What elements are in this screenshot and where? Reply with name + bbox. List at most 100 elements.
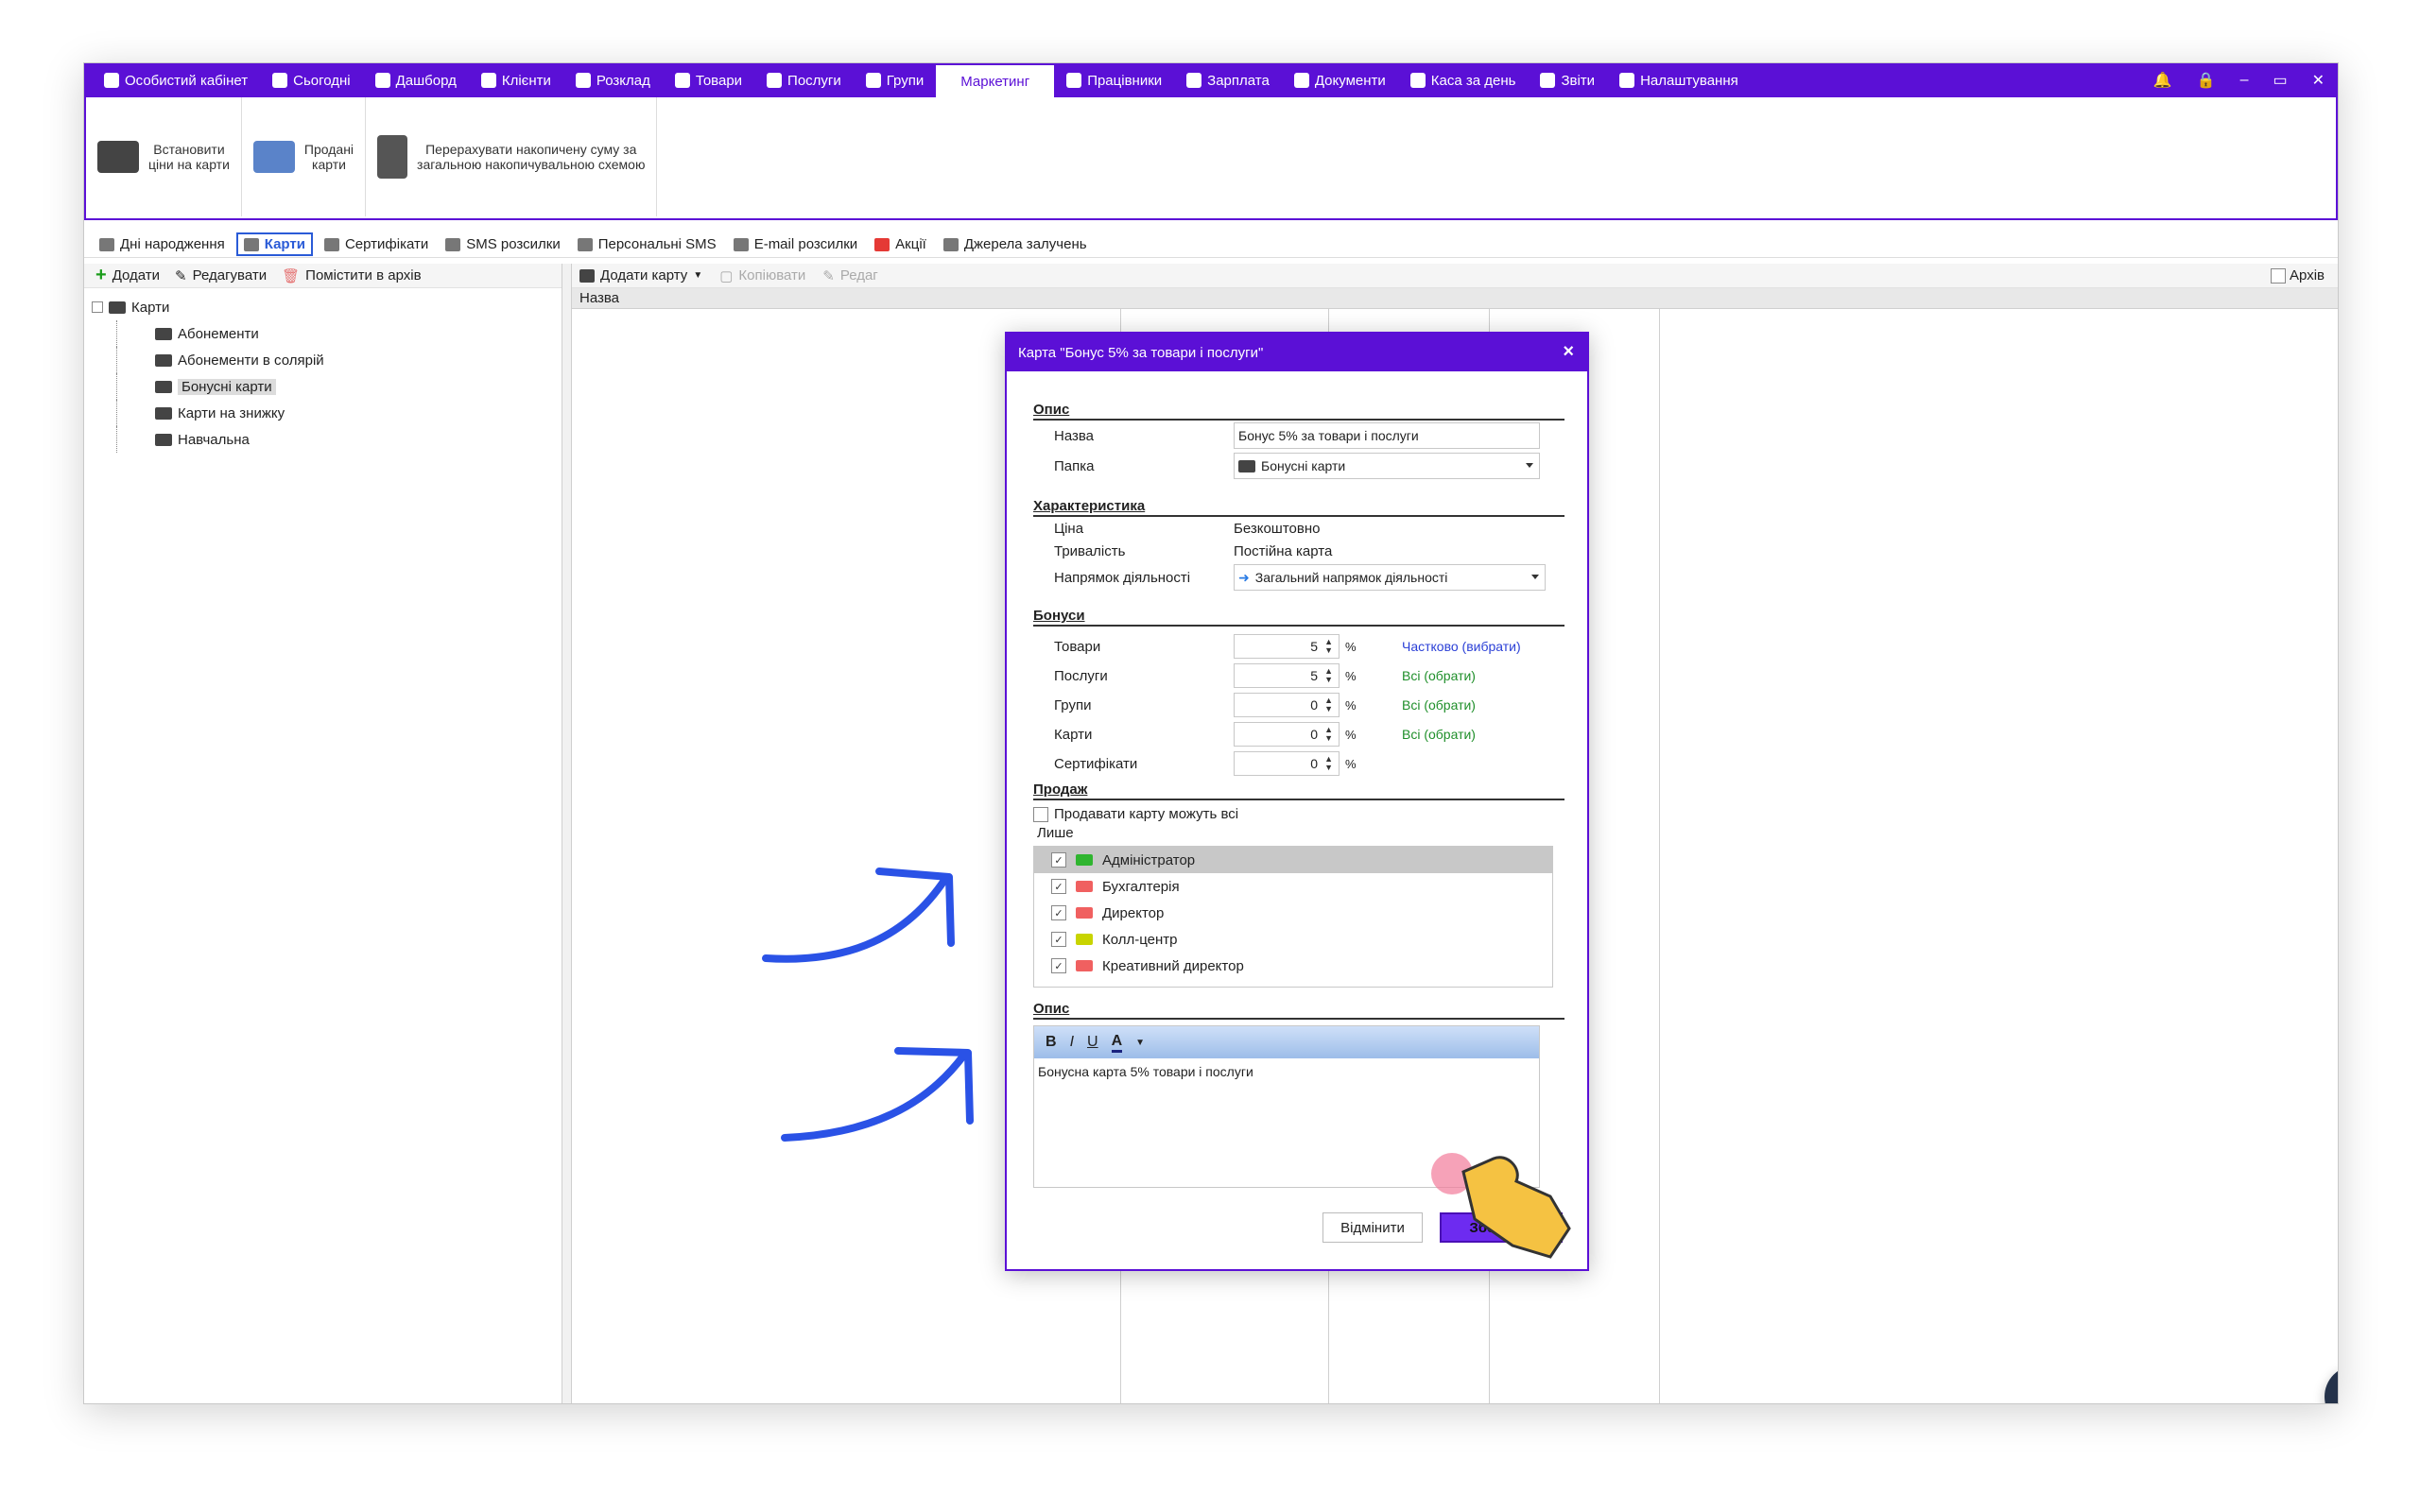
role-checkbox[interactable]: ✓ bbox=[1051, 852, 1066, 868]
topnav-item[interactable]: Дашборд bbox=[363, 63, 469, 97]
bonus-scope-link[interactable]: Частково (вибрати) bbox=[1402, 639, 1521, 654]
tree-folder-label: Бонусні карти bbox=[178, 378, 276, 395]
topnav-item[interactable]: Працівники bbox=[1054, 63, 1174, 97]
bonus-scope-link[interactable]: Всі (обрати) bbox=[1402, 697, 1476, 713]
price-label: Ціна bbox=[1054, 521, 1084, 537]
subtab[interactable]: Карти bbox=[235, 232, 313, 256]
role-folder-icon bbox=[1076, 907, 1093, 919]
role-item[interactable]: ✓ Директор bbox=[1034, 900, 1552, 926]
stepper-arrows-icon[interactable]: ▲ ▼ bbox=[1324, 667, 1333, 684]
card-edit-dialog: Карта "Бонус 5% за товари і послуги" × О… bbox=[1005, 332, 1589, 1271]
name-input[interactable]: Бонус 5% за товари і послуги bbox=[1234, 422, 1540, 449]
topnav-item[interactable]: Особистий кабінет bbox=[92, 63, 260, 97]
tree-folder[interactable]: Карти на знижку bbox=[116, 400, 562, 426]
stepper-arrows-icon[interactable]: ▲ ▼ bbox=[1324, 726, 1333, 743]
bonus-percent-stepper[interactable]: 5 ▲ ▼ bbox=[1234, 634, 1340, 659]
edit-folder-button[interactable]: ✎ Редагувати bbox=[175, 267, 267, 284]
tree-folder[interactable]: Навчальна bbox=[116, 426, 562, 453]
folder-label: Папка bbox=[1054, 457, 1095, 474]
tree-folder[interactable]: Абонементи в солярій bbox=[116, 347, 562, 373]
direction-select[interactable]: ➜ Загальний напрямок діяльності bbox=[1234, 564, 1546, 591]
bonus-percent-stepper[interactable]: 0 ▲ ▼ bbox=[1234, 722, 1340, 747]
bonus-row: Карти 0 ▲ ▼% Всі (обрати) bbox=[1054, 722, 1476, 747]
collapse-toggle-icon[interactable] bbox=[92, 301, 103, 313]
topnav-item[interactable]: Каса за день bbox=[1398, 63, 1529, 97]
recalculate-button[interactable]: Перерахувати накопичену суму за загально… bbox=[366, 97, 658, 216]
role-checkbox[interactable]: ✓ bbox=[1051, 958, 1066, 973]
bonus-label: Сертифікати bbox=[1054, 755, 1138, 772]
text-color-icon[interactable]: A bbox=[1111, 1033, 1123, 1053]
role-item[interactable]: ✓ Адміністратор bbox=[1034, 847, 1552, 873]
italic-icon[interactable]: I bbox=[1070, 1034, 1074, 1051]
percent-unit: % bbox=[1345, 727, 1357, 742]
add-card-button[interactable]: Додати карту ▼ bbox=[579, 267, 702, 284]
editor-text[interactable]: Бонусна карта 5% товари і послуги bbox=[1034, 1058, 1539, 1085]
save-button[interactable]: Зберегти bbox=[1440, 1212, 1563, 1243]
lock-icon[interactable]: 🔒 bbox=[2197, 71, 2216, 90]
topnav-item[interactable]: Звіти bbox=[1528, 63, 1607, 97]
column-name-header[interactable]: Назва bbox=[579, 290, 619, 306]
chevron-down-icon[interactable]: ▼ bbox=[1135, 1038, 1145, 1048]
edit-card-button[interactable]: ✎ Редаг bbox=[822, 267, 878, 284]
bell-icon[interactable]: 🔔 bbox=[2153, 71, 2172, 90]
bonus-percent-stepper[interactable]: 0 ▲ ▼ bbox=[1234, 751, 1340, 776]
archive-checkbox[interactable] bbox=[2271, 267, 2287, 284]
role-item[interactable]: ✓ Креативний директор bbox=[1034, 953, 1552, 979]
topnav-item[interactable]: Групи bbox=[854, 63, 936, 97]
minimize-icon[interactable]: – bbox=[2240, 72, 2249, 89]
subtab[interactable]: Акції bbox=[869, 234, 932, 254]
subtab[interactable]: E-mail розсилки bbox=[728, 234, 863, 254]
folder-select[interactable]: Бонусні карти bbox=[1234, 453, 1540, 479]
heart-icon bbox=[874, 237, 890, 251]
role-checkbox[interactable]: ✓ bbox=[1051, 905, 1066, 920]
sell-all-checkbox[interactable] bbox=[1033, 806, 1048, 822]
topnav-item[interactable]: Сьогодні bbox=[260, 63, 363, 97]
role-item[interactable]: ✓ Бухгалтерія bbox=[1034, 873, 1552, 900]
topnav-item[interactable]: Клієнти bbox=[469, 63, 563, 97]
role-checkbox[interactable]: ✓ bbox=[1051, 932, 1066, 947]
topnav-item-label: Послуги bbox=[787, 72, 841, 89]
bonus-scope-link[interactable]: Всі (обрати) bbox=[1402, 727, 1476, 742]
set-card-prices-button[interactable]: Встановити ціни на карти bbox=[86, 97, 242, 216]
role-item[interactable]: ✓ Колл-центр bbox=[1034, 926, 1552, 953]
topnav-item[interactable]: Послуги bbox=[754, 63, 854, 97]
stepper-arrows-icon[interactable]: ▲ ▼ bbox=[1324, 755, 1333, 772]
archive-folder-button[interactable]: 🗑 Помістити в архів bbox=[282, 267, 421, 284]
tree-folder[interactable]: Абонементи bbox=[116, 320, 562, 347]
tree-root[interactable]: Карти bbox=[92, 294, 562, 320]
stepper-arrows-icon[interactable]: ▲ ▼ bbox=[1324, 638, 1333, 655]
topnav-item[interactable]: Розклад bbox=[563, 63, 663, 97]
add-folder-button[interactable]: + Додати bbox=[95, 265, 160, 286]
folder-icon bbox=[155, 380, 172, 393]
role-name: Адміністратор bbox=[1102, 851, 1196, 868]
subtab[interactable]: Сертифікати bbox=[319, 234, 434, 254]
role-checkbox[interactable]: ✓ bbox=[1051, 879, 1066, 894]
copy-card-button[interactable]: ▢ Копіювати bbox=[719, 267, 805, 284]
bold-icon[interactable]: B bbox=[1046, 1034, 1057, 1051]
subtab[interactable]: Персональні SMS bbox=[572, 234, 722, 254]
underline-icon[interactable]: U bbox=[1087, 1034, 1098, 1051]
subtab[interactable]: Дні народження bbox=[94, 234, 231, 254]
bonus-scope-link[interactable]: Всі (обрати) bbox=[1402, 668, 1476, 683]
bonus-percent-stepper[interactable]: 0 ▲ ▼ bbox=[1234, 693, 1340, 717]
topnav-item[interactable]: Документи bbox=[1282, 63, 1398, 97]
close-icon[interactable]: × bbox=[1563, 341, 1574, 363]
archive-filter-label: Архів bbox=[2290, 267, 2325, 284]
topnav-item[interactable]: Зарплата bbox=[1174, 63, 1282, 97]
subtab[interactable]: Джерела залучень bbox=[938, 234, 1093, 254]
bonus-percent-stepper[interactable]: 5 ▲ ▼ bbox=[1234, 663, 1340, 688]
archive-filter[interactable]: Архів bbox=[2271, 267, 2325, 284]
topnav-item[interactable]: Налаштування bbox=[1607, 63, 1751, 97]
certificate-icon bbox=[323, 237, 339, 251]
stepper-arrows-icon[interactable]: ▲ ▼ bbox=[1324, 696, 1333, 713]
cancel-button[interactable]: Відмінити bbox=[1322, 1212, 1423, 1243]
close-icon[interactable]: ✕ bbox=[2312, 71, 2325, 90]
subtab[interactable]: SMS розсилки bbox=[440, 234, 565, 254]
tree-folder[interactable]: Бонусні карти bbox=[116, 373, 562, 400]
sold-cards-button[interactable]: Продані карти bbox=[242, 97, 367, 216]
pane-splitter[interactable] bbox=[562, 264, 572, 1403]
topnav-item[interactable]: Товари bbox=[663, 63, 754, 97]
topnav-item[interactable]: Маркетинг bbox=[936, 65, 1055, 97]
restore-icon[interactable]: ▭ bbox=[2273, 71, 2287, 90]
app-window: Особистий кабінет Сьогодні Дашборд Клієнти Р… bbox=[83, 62, 2339, 1404]
